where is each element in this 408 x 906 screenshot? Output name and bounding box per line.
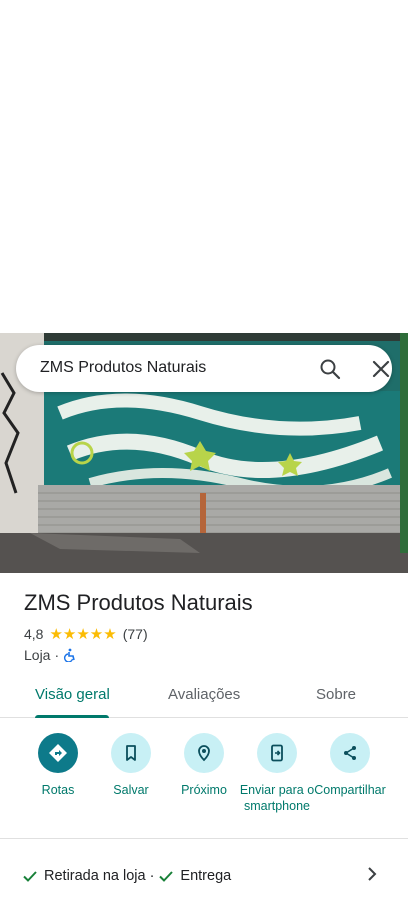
share-button[interactable]: Compartilhar <box>312 730 388 798</box>
service-pickup: Retirada na loja <box>44 868 146 884</box>
rating-value: 4,8 <box>24 626 44 642</box>
send-to-phone-label: Enviar para o smartphone <box>239 783 315 813</box>
map-area <box>0 0 408 333</box>
tab-about[interactable]: Sobre <box>316 686 356 703</box>
check-icon <box>158 868 174 884</box>
place-category: Loja <box>24 647 51 663</box>
divider <box>0 838 408 839</box>
save-button[interactable]: Salvar <box>93 730 169 798</box>
category-row: Loja · <box>24 646 77 664</box>
directions-button[interactable]: Rotas <box>20 730 96 798</box>
share-icon[interactable] <box>330 733 370 773</box>
chevron-right-icon[interactable] <box>362 864 382 884</box>
tab-reviews[interactable]: Avaliações <box>168 686 240 703</box>
send-to-phone-icon[interactable] <box>257 733 297 773</box>
review-count[interactable]: (77) <box>123 626 148 642</box>
search-icon[interactable] <box>318 357 342 381</box>
search-bar[interactable]: ZMS Produtos Naturais <box>16 345 392 392</box>
rating-row[interactable]: 4,8 ★★★★★ (77) <box>24 625 148 643</box>
bookmark-icon[interactable] <box>111 733 151 773</box>
nearby-button[interactable]: Próximo <box>166 730 242 798</box>
service-delivery: Entrega <box>180 868 232 884</box>
close-icon[interactable] <box>369 357 393 381</box>
active-tab-indicator <box>35 715 109 718</box>
tab-bar: Visão geral Avaliações Sobre <box>0 676 408 718</box>
action-buttons: Rotas Salvar Próximo Enviar para o smart… <box>0 730 408 830</box>
directions-label: Rotas <box>41 783 75 797</box>
services-row[interactable]: Retirada na loja · Entrega <box>22 866 231 886</box>
separator: · <box>54 647 60 663</box>
save-label: Salvar <box>113 783 149 797</box>
nearby-icon[interactable] <box>184 733 224 773</box>
search-query[interactable]: ZMS Produtos Naturais <box>40 359 206 377</box>
nearby-label: Próximo <box>181 783 227 797</box>
share-label: Compartilhar <box>314 783 386 797</box>
send-to-phone-button[interactable]: Enviar para o smartphone <box>239 730 315 814</box>
separator: · <box>149 868 155 884</box>
place-title: ZMS Produtos Naturais <box>24 590 253 615</box>
rating-stars: ★★★★★ <box>49 625 117 643</box>
tab-overview[interactable]: Visão geral <box>35 686 110 703</box>
check-icon <box>22 868 38 884</box>
directions-icon[interactable] <box>38 733 78 773</box>
wheelchair-accessible-icon <box>63 648 77 663</box>
